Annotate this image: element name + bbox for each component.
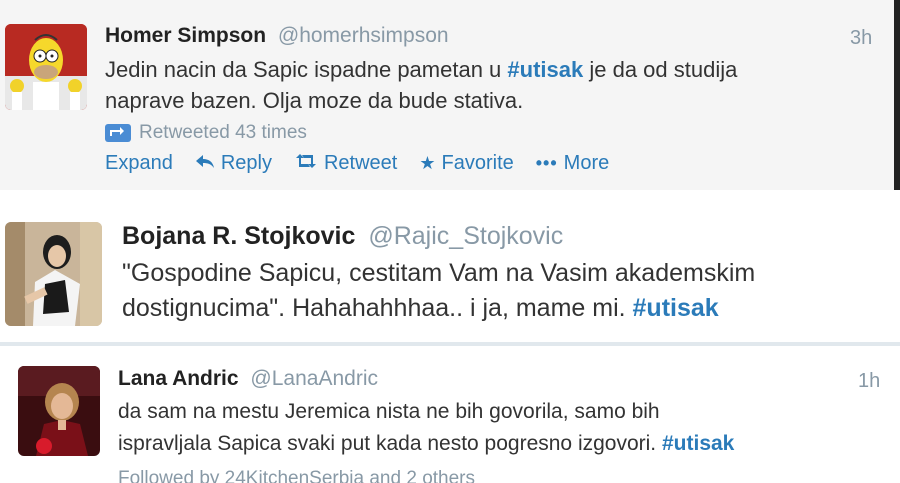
separator: [0, 190, 900, 210]
retweet-count-text: Retweeted 43 times: [139, 122, 307, 143]
more-dots-icon: •••: [535, 153, 558, 173]
more-label: More: [563, 152, 610, 174]
tweet-time[interactable]: 1h: [858, 370, 880, 393]
tweet-text-part: "Gospodine Sapicu, cestitam Vam na Vasim…: [122, 259, 756, 287]
avatar-lana[interactable]: [18, 366, 100, 456]
avatar-bojana[interactable]: [5, 222, 102, 326]
star-icon: ★: [419, 153, 436, 173]
tweet-text-part: Jedin nacin da Sapic ispadne pametan u: [105, 57, 508, 82]
expand-link[interactable]: Expand: [105, 152, 173, 175]
retweet-icon: [294, 153, 318, 174]
favorite-label: Favorite: [441, 152, 514, 174]
author-handle[interactable]: @Rajic_Stojkovic: [368, 222, 563, 250]
reply-label: Reply: [220, 152, 272, 174]
retweet-count[interactable]: Retweeted 43 times: [105, 122, 307, 144]
tweet-lana: Lana Andric @LanaAndric 1h da sam na mes…: [0, 346, 900, 483]
hashtag-utisak[interactable]: #utisak: [507, 57, 583, 82]
author-name[interactable]: Homer Simpson: [105, 24, 266, 47]
author-name[interactable]: Bojana R. Stojkovic: [122, 222, 355, 250]
reply-button[interactable]: Reply: [195, 152, 272, 175]
tweet-header: Bojana R. Stojkovic @Rajic_Stojkovic: [122, 222, 563, 251]
avatar-homer[interactable]: [5, 24, 87, 110]
tweet-actions: Expand Reply Retweet ★ Favorite ••• More: [105, 152, 631, 175]
tweet-header: Homer Simpson @homerhsimpson: [105, 24, 449, 48]
tweet-text-part: je da od studija: [583, 57, 738, 82]
more-button[interactable]: ••• More: [536, 152, 609, 175]
tweet-text-part: naprave bazen. Olja moze da bude stativa…: [105, 88, 524, 114]
tweet-text: "Gospodine Sapicu, cestitam Vam na Vasim…: [122, 256, 755, 326]
favorite-button[interactable]: ★ Favorite: [419, 152, 513, 175]
tweet-text-part: dostignucima". Hahahahhhaa.. i ja, mame …: [122, 294, 633, 322]
tweet-text-part: ispravljala Sapica svaki put kada nesto …: [118, 431, 662, 455]
tweet-time[interactable]: 3h: [850, 27, 872, 50]
hashtag-utisak[interactable]: #utisak: [662, 432, 734, 455]
hashtag-utisak[interactable]: #utisak: [633, 294, 719, 322]
retweet-button[interactable]: Retweet: [294, 152, 397, 175]
tweet-bojana: Bojana R. Stojkovic @Rajic_Stojkovic "Go…: [0, 210, 900, 342]
tweet-header: Lana Andric @LanaAndric: [118, 367, 378, 391]
window-edge: [894, 0, 900, 190]
author-name[interactable]: Lana Andric: [118, 367, 239, 390]
author-handle[interactable]: @homerhsimpson: [278, 24, 449, 47]
tweet-text: Jedin nacin da Sapic ispadne pametan u #…: [105, 54, 737, 116]
tweet-text: da sam na mestu Jeremica nista ne bih go…: [118, 396, 734, 459]
author-handle[interactable]: @LanaAndric: [250, 367, 378, 390]
retweet-badge-icon: [105, 124, 131, 142]
followed-by[interactable]: Followed by 24KitchenSerbia and 2 others: [118, 468, 475, 483]
reply-arrow-icon: [195, 153, 215, 174]
tweet-text-part: da sam na mestu Jeremica nista ne bih go…: [118, 400, 660, 423]
retweet-label: Retweet: [323, 152, 398, 174]
tweet-homer: Homer Simpson @homerhsimpson 3h Jedin na…: [0, 0, 900, 190]
